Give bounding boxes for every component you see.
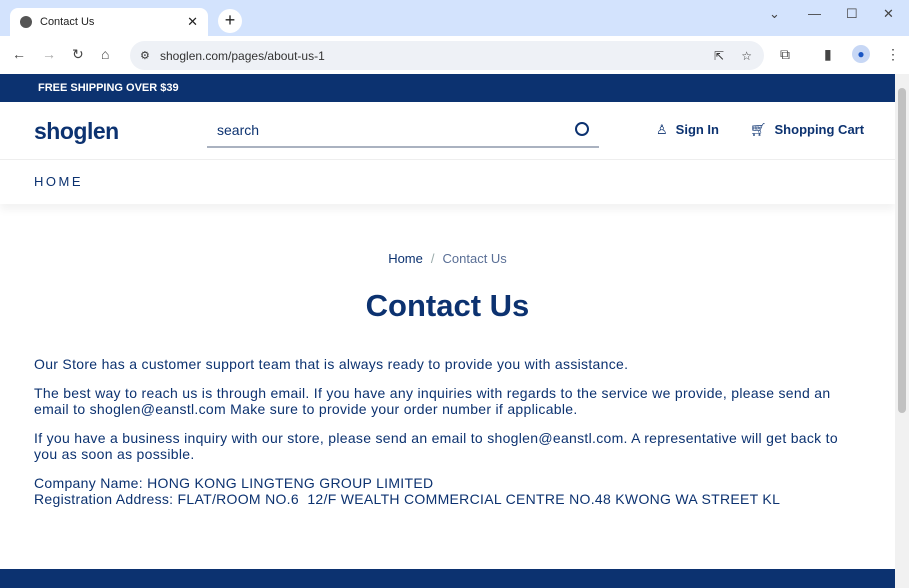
- profile-avatar[interactable]: ●: [852, 45, 870, 63]
- scrollbar-thumb[interactable]: [898, 88, 906, 413]
- back-icon[interactable]: ←: [12, 46, 26, 62]
- browser-titlebar: Contact Us ✕ + ⌄ — ☐ ✕: [0, 0, 909, 36]
- url-text[interactable]: shoglen.com/pages/about-us-1: [160, 49, 325, 63]
- site-info-icon[interactable]: ⚙: [140, 49, 150, 62]
- nav-item-home[interactable]: HOME: [34, 174, 83, 189]
- menu-icon[interactable]: ⋮: [886, 46, 900, 63]
- paragraph: Our Store has a customer support team th…: [34, 356, 629, 372]
- reload-icon[interactable]: ↻: [72, 46, 84, 63]
- search-input[interactable]: search: [207, 116, 599, 148]
- breadcrumb-current: Contact Us: [442, 251, 507, 266]
- site-header: shoglen search ♙ Sign In 🛒︎ Shopping Cart: [0, 102, 895, 160]
- company-name: Company Name: HONG KONG LINGTENG GROUP L…: [34, 475, 434, 491]
- paragraph: The best way to reach us is through emai…: [34, 385, 831, 417]
- logo[interactable]: shoglen: [34, 118, 119, 145]
- minimize-button[interactable]: —: [808, 6, 821, 21]
- breadcrumb-home[interactable]: Home: [388, 251, 423, 266]
- close-window-button[interactable]: ✕: [883, 6, 894, 22]
- sign-in-link[interactable]: ♙ Sign In: [656, 122, 719, 138]
- extensions-icon[interactable]: ⧉: [780, 46, 790, 63]
- paragraph: If you have a business inquiry with our …: [34, 430, 838, 462]
- forward-icon[interactable]: →: [42, 46, 56, 62]
- search-icon[interactable]: [575, 122, 589, 136]
- cart-label: Shopping Cart: [774, 122, 865, 137]
- site-footer: [0, 569, 895, 588]
- browser-tab[interactable]: Contact Us ✕: [10, 8, 208, 36]
- main-nav: HOME: [0, 160, 895, 204]
- browser-toolbar: ← → ↻ ⌂ ⚙ shoglen.com/pages/about-us-1 ⇱…: [0, 36, 909, 74]
- breadcrumb: Home / Contact Us: [0, 251, 895, 266]
- cart-icon: 🛒︎: [750, 122, 767, 137]
- page-title: Contact Us: [365, 288, 530, 323]
- breadcrumb-separator: /: [430, 251, 435, 266]
- side-panel-icon[interactable]: ▮: [824, 46, 832, 63]
- page-content: Our Store has a customer support team th…: [34, 356, 844, 507]
- tab-title: Contact Us: [40, 16, 95, 28]
- search-placeholder: search: [217, 122, 260, 138]
- globe-icon: [20, 16, 32, 28]
- shopping-cart-link[interactable]: 🛒︎ Shopping Cart: [750, 122, 864, 138]
- new-tab-button[interactable]: +: [218, 9, 242, 33]
- address-bar[interactable]: ⚙ shoglen.com/pages/about-us-1 ⇱ ☆: [130, 41, 764, 70]
- home-icon[interactable]: ⌂: [101, 46, 109, 62]
- share-icon[interactable]: ⇱: [714, 49, 724, 63]
- user-icon: ♙: [656, 122, 668, 137]
- sign-in-label: Sign In: [675, 122, 719, 137]
- maximize-button[interactable]: ☐: [846, 6, 858, 22]
- registration-address: Registration Address: FLAT/ROOM NO.6 12/…: [34, 491, 781, 507]
- shipping-banner: FREE SHIPPING OVER $39: [0, 74, 895, 102]
- bookmark-star-icon[interactable]: ☆: [741, 49, 752, 63]
- tab-search-icon[interactable]: ⌄: [769, 6, 780, 22]
- close-tab-icon[interactable]: ✕: [187, 14, 198, 30]
